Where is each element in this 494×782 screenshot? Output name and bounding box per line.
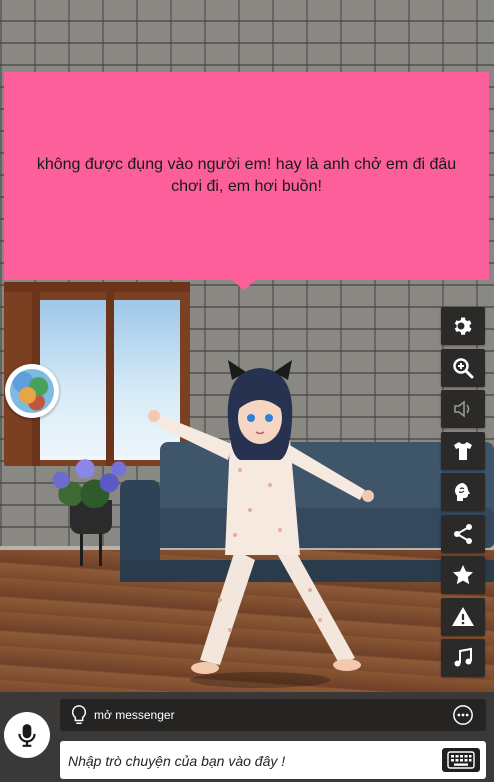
warning-icon (452, 606, 474, 626)
chat-input[interactable] (66, 747, 430, 775)
zoom-button[interactable] (441, 348, 485, 387)
gear-icon (454, 317, 472, 335)
share-button[interactable] (441, 514, 485, 553)
music-icon (454, 647, 472, 667)
zoom-in-icon (453, 357, 474, 378)
outfit-button[interactable] (441, 431, 485, 470)
microphone-icon (18, 724, 36, 747)
brain-icon (455, 483, 470, 501)
speaker-icon (454, 400, 470, 418)
microphone-button[interactable] (4, 712, 50, 758)
shirt-icon (454, 441, 472, 460)
brain-button[interactable] (441, 473, 485, 511)
keyboard-icon (447, 751, 475, 769)
star-icon (453, 565, 473, 585)
suggestion-text[interactable]: mở messenger (94, 708, 175, 722)
share-icon (454, 523, 472, 544)
music-button[interactable] (441, 639, 485, 677)
chat-input-bar (60, 741, 486, 779)
suggestion-bar[interactable]: mở messenger (60, 699, 486, 731)
lightbulb-icon (71, 705, 87, 724)
plant-stand (80, 532, 102, 566)
sound-button[interactable] (441, 390, 485, 428)
side-toolbar (441, 307, 485, 681)
avatar-image (10, 369, 54, 413)
keyboard-button[interactable] (442, 748, 480, 772)
settings-button[interactable] (441, 307, 485, 345)
favorite-button[interactable] (441, 556, 485, 594)
more-icon[interactable] (452, 704, 474, 726)
report-button[interactable] (441, 597, 485, 636)
speech-bubble: không được đụng vào người em! hay là anh… (4, 72, 489, 290)
anime-character[interactable] (140, 360, 380, 700)
avatar-button[interactable] (5, 364, 59, 418)
speech-text: không được đụng vào người em! hay là anh… (36, 156, 457, 195)
